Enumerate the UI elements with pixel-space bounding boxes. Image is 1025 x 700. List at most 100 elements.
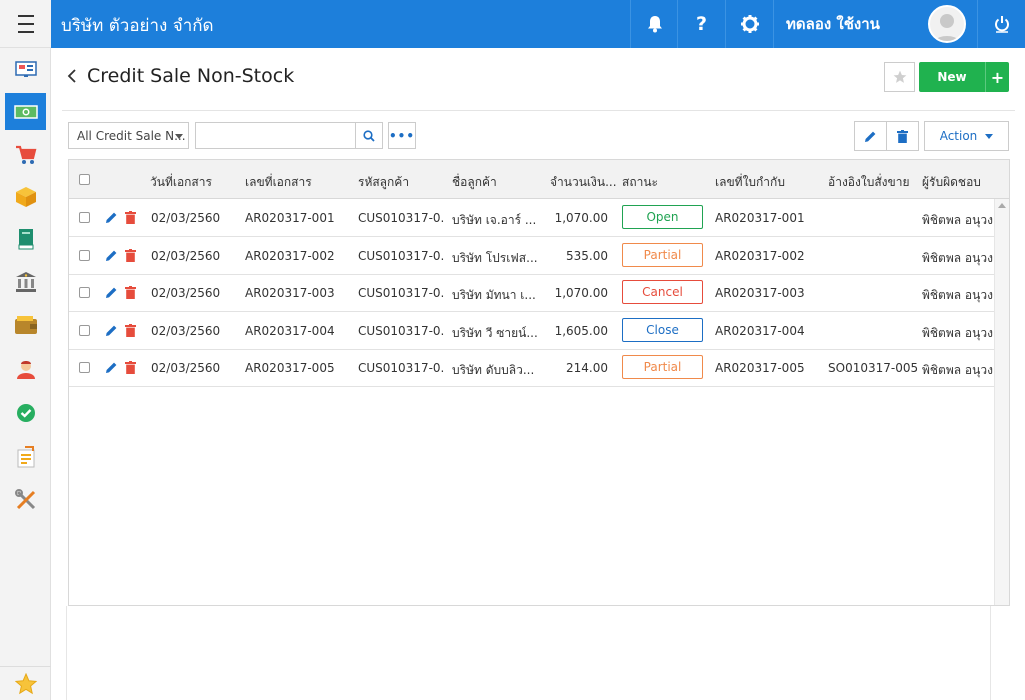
cell-doc-no[interactable]: AR020317-004 — [245, 324, 351, 338]
page-title: Credit Sale Non-Stock — [87, 65, 295, 87]
status-badge: Close — [622, 317, 703, 342]
back-icon[interactable] — [66, 67, 78, 88]
cell-customer-name: บริษัท เจ.อาร์ ... — [452, 213, 537, 227]
top-bar: บริษัท ตัวอย่าง จำกัด ? ทดลอง ใช้งาน — [0, 0, 1025, 48]
cell-date: 02/03/2560 — [151, 211, 221, 225]
box-icon[interactable] — [5, 178, 46, 215]
cell-doc-no[interactable]: AR020317-005 — [245, 361, 351, 375]
check-icon[interactable] — [5, 394, 46, 431]
column-header[interactable]: เลขที่เอกสาร — [245, 173, 340, 192]
row-checkbox[interactable] — [79, 324, 90, 336]
book-icon[interactable] — [5, 220, 46, 257]
delete-row-icon[interactable] — [125, 248, 136, 262]
sidebar — [0, 48, 51, 700]
report-icon[interactable] — [5, 438, 46, 475]
cell-amount: 1,070.00 — [554, 286, 608, 301]
pencil-icon — [865, 131, 876, 142]
cell-doc-no[interactable]: AR020317-001 — [245, 211, 351, 225]
tools-icon[interactable] — [5, 481, 46, 518]
column-header[interactable]: เลขที่ใบกำกับ — [715, 173, 815, 192]
cell-amount: 535.00 — [566, 248, 608, 263]
cell-customer-name: บริษัท ดับบลิว... — [452, 363, 535, 378]
table-row[interactable]: 02/03/2560 AR020317-004 CUS010317-0... บริษ… — [69, 312, 994, 350]
vertical-scrollbar[interactable] — [994, 199, 1009, 605]
dashboard-icon[interactable] — [5, 50, 46, 87]
column-header[interactable]: อ้างอิงใบสั่งขาย — [828, 173, 920, 192]
cell-date: 02/03/2560 — [151, 248, 221, 263]
edit-button[interactable] — [854, 121, 887, 151]
cell-customer-code: CUS010317-0... — [358, 323, 444, 338]
avatar[interactable] — [928, 5, 966, 43]
delete-row-icon[interactable] — [125, 211, 136, 224]
delete-row-icon[interactable] — [125, 323, 136, 337]
table-row[interactable]: 02/03/2560 AR020317-005 CUS010317-0... บริษ… — [69, 349, 994, 388]
menu-icon[interactable] — [0, 0, 51, 48]
column-header[interactable]: สถานะ — [622, 173, 702, 192]
edit-row-icon[interactable] — [105, 286, 118, 299]
money-icon[interactable] — [5, 93, 46, 130]
delete-row-icon[interactable] — [125, 286, 136, 300]
action-dropdown[interactable]: Action — [924, 121, 1009, 151]
column-header[interactable]: ชื่อลูกค้า — [452, 173, 542, 192]
cell-doc-no[interactable]: AR020317-002 — [245, 249, 351, 263]
column-header[interactable]: ผู้รับผิดชอบ — [922, 173, 994, 192]
help-icon[interactable]: ? — [677, 0, 725, 48]
cell-invoice-no: AR020317-001 — [715, 211, 805, 225]
column-header[interactable]: จำนวนเงิน... — [550, 173, 616, 192]
search-button[interactable] — [355, 122, 383, 149]
more-options-button[interactable]: ••• — [388, 122, 416, 149]
filter-select[interactable]: All Credit Sale N... — [68, 122, 189, 149]
power-icon[interactable] — [977, 0, 1025, 48]
cell-amount: 1,605.00 — [554, 323, 608, 338]
delete-button[interactable] — [886, 121, 919, 151]
status-badge: Partial — [622, 355, 703, 380]
bell-icon[interactable] — [630, 0, 678, 48]
cell-invoice-no: AR020317-004 — [715, 323, 805, 338]
search-icon — [363, 129, 375, 142]
search-input[interactable] — [195, 122, 356, 149]
cell-customer-code: CUS010317-0... — [358, 286, 444, 301]
cart-icon[interactable] — [5, 136, 46, 173]
new-button[interactable]: New — [919, 62, 985, 92]
table-row[interactable]: 02/03/2560 AR020317-001 CUS010317-0... บริษ… — [69, 199, 994, 237]
select-all-checkbox[interactable] — [79, 174, 90, 185]
status-badge: Cancel — [622, 280, 703, 305]
delete-row-icon[interactable] — [125, 361, 136, 375]
chevron-down-icon — [175, 134, 183, 139]
row-checkbox[interactable] — [79, 212, 90, 223]
cell-date: 02/03/2560 — [151, 361, 221, 376]
trash-icon — [897, 129, 908, 143]
bank-icon[interactable] — [5, 263, 46, 300]
cell-owner: พิชิตพล อนุวง — [922, 250, 993, 265]
cell-customer-code: CUS010317-0... — [358, 211, 444, 225]
row-checkbox[interactable] — [79, 287, 90, 299]
favorite-button[interactable] — [884, 62, 915, 92]
cell-customer-name: บริษัท วี ซายน์... — [452, 325, 538, 340]
column-header[interactable]: รหัสลูกค้า — [358, 173, 448, 192]
row-checkbox[interactable] — [79, 362, 90, 374]
cell-customer-code: CUS010317-0... — [358, 361, 444, 376]
table-row[interactable]: 02/03/2560 AR020317-002 CUS010317-0... บริษ… — [69, 237, 994, 275]
gear-icon[interactable] — [725, 0, 773, 48]
edit-row-icon[interactable] — [105, 361, 118, 374]
edit-row-icon[interactable] — [105, 249, 118, 262]
cell-customer-name: บริษัท มัทนา เ... — [452, 288, 536, 303]
status-badge: Open — [622, 205, 703, 229]
cell-doc-no[interactable]: AR020317-003 — [245, 286, 351, 300]
row-checkbox[interactable] — [79, 249, 90, 261]
user-name[interactable]: ทดลอง ใช้งาน — [773, 0, 923, 48]
column-header[interactable]: วันที่เอกสาร — [150, 173, 230, 192]
filter-select-value: All Credit Sale N... — [77, 129, 186, 143]
wallet-icon[interactable] — [5, 306, 46, 343]
edit-row-icon[interactable] — [105, 324, 118, 337]
cell-date: 02/03/2560 — [151, 286, 221, 301]
cell-invoice-no: AR020317-003 — [715, 286, 805, 301]
table-row[interactable]: 02/03/2560 AR020317-003 CUS010317-0... บริษ… — [69, 274, 994, 313]
cell-owner: พิชิตพล อนุวง — [922, 325, 993, 340]
contacts-icon[interactable] — [5, 350, 46, 387]
add-button[interactable]: + — [985, 62, 1009, 92]
header-divider — [62, 110, 1015, 111]
star-icon[interactable] — [0, 666, 51, 700]
edit-row-icon[interactable] — [105, 211, 118, 224]
cell-invoice-no: AR020317-002 — [715, 248, 805, 263]
